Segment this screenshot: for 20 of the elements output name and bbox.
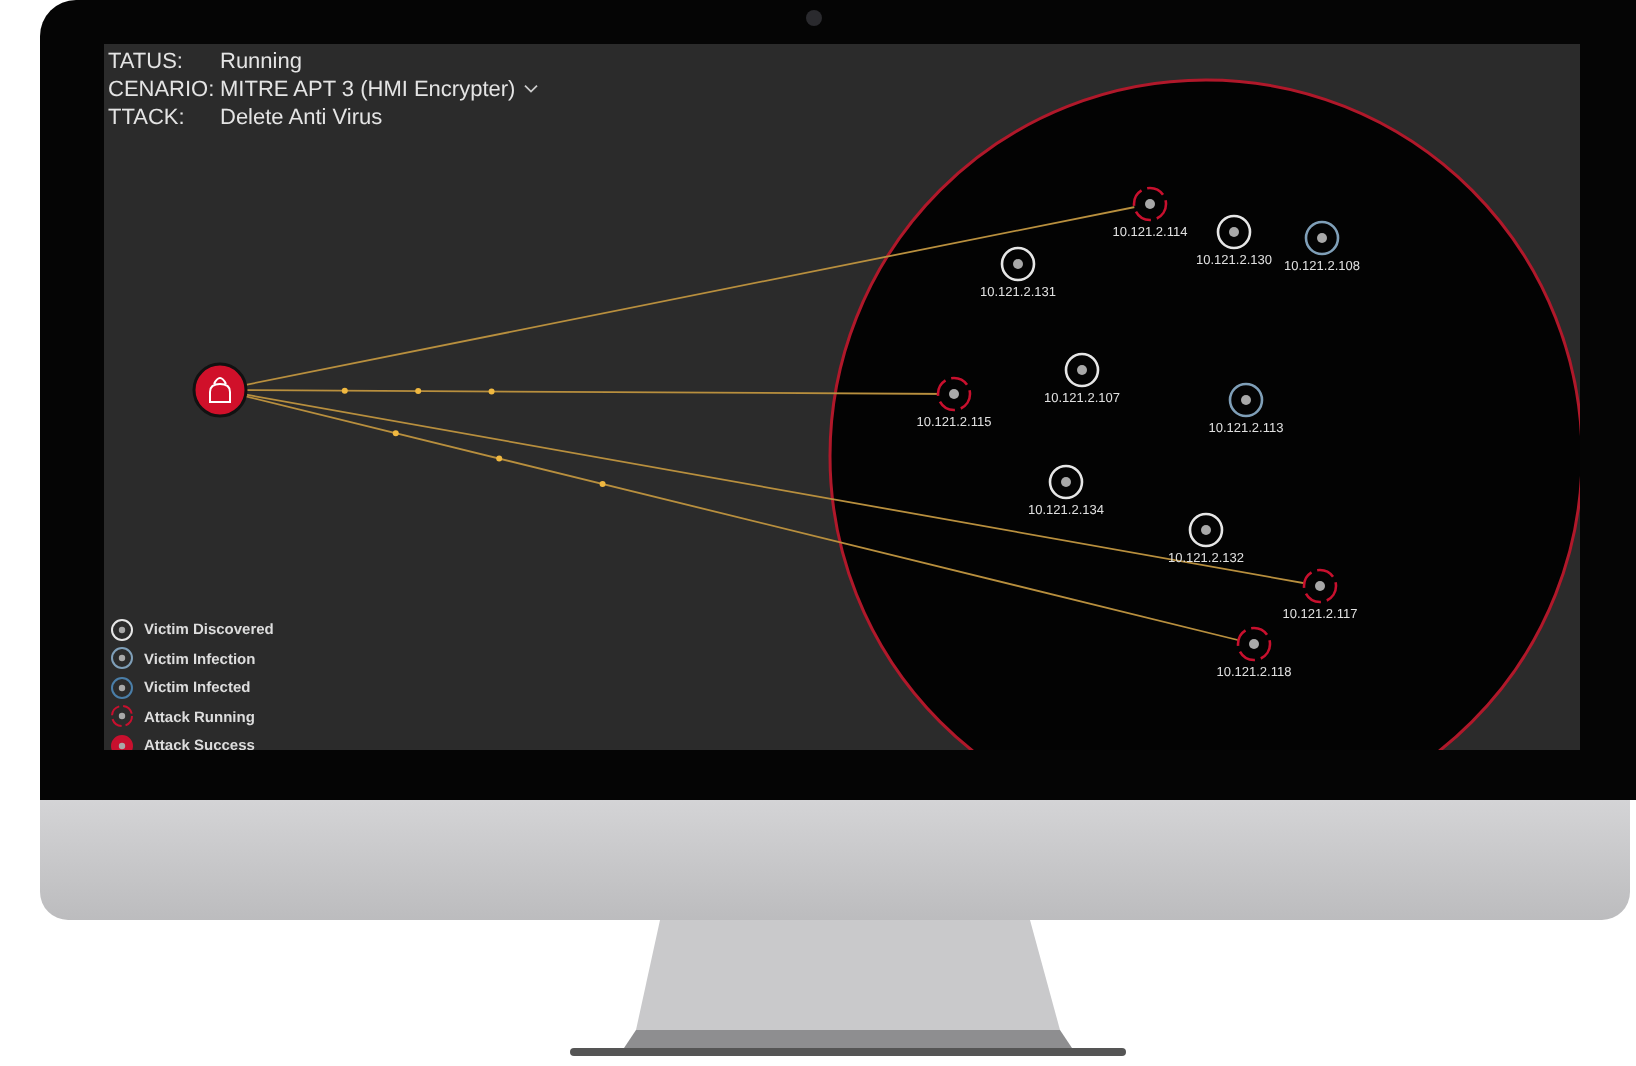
status-label: TATUS: [108, 49, 185, 73]
attacker-node[interactable] [192, 362, 248, 418]
legend-node-icon [110, 675, 134, 700]
network-node[interactable] [1304, 220, 1340, 256]
legend-node-icon [110, 733, 134, 750]
status-value: Delete Anti Virus [220, 105, 383, 129]
status-label: TTACK: [108, 105, 187, 129]
status-value: MITRE APT 3 (HMI Encrypter) [220, 77, 516, 101]
network-node[interactable] [1302, 568, 1338, 604]
network-node[interactable] [1228, 382, 1264, 418]
legend-node-icon [110, 646, 134, 671]
status-label: CENARIO: [108, 77, 217, 101]
legend-node-icon [110, 617, 134, 642]
legend-node-icon [110, 704, 134, 729]
network-node[interactable] [936, 376, 972, 412]
network-node[interactable] [1132, 186, 1168, 222]
status-value: Running [220, 49, 302, 73]
network-node[interactable] [1236, 626, 1272, 662]
chevron-down-icon[interactable] [523, 84, 538, 94]
camera-icon [806, 10, 822, 26]
